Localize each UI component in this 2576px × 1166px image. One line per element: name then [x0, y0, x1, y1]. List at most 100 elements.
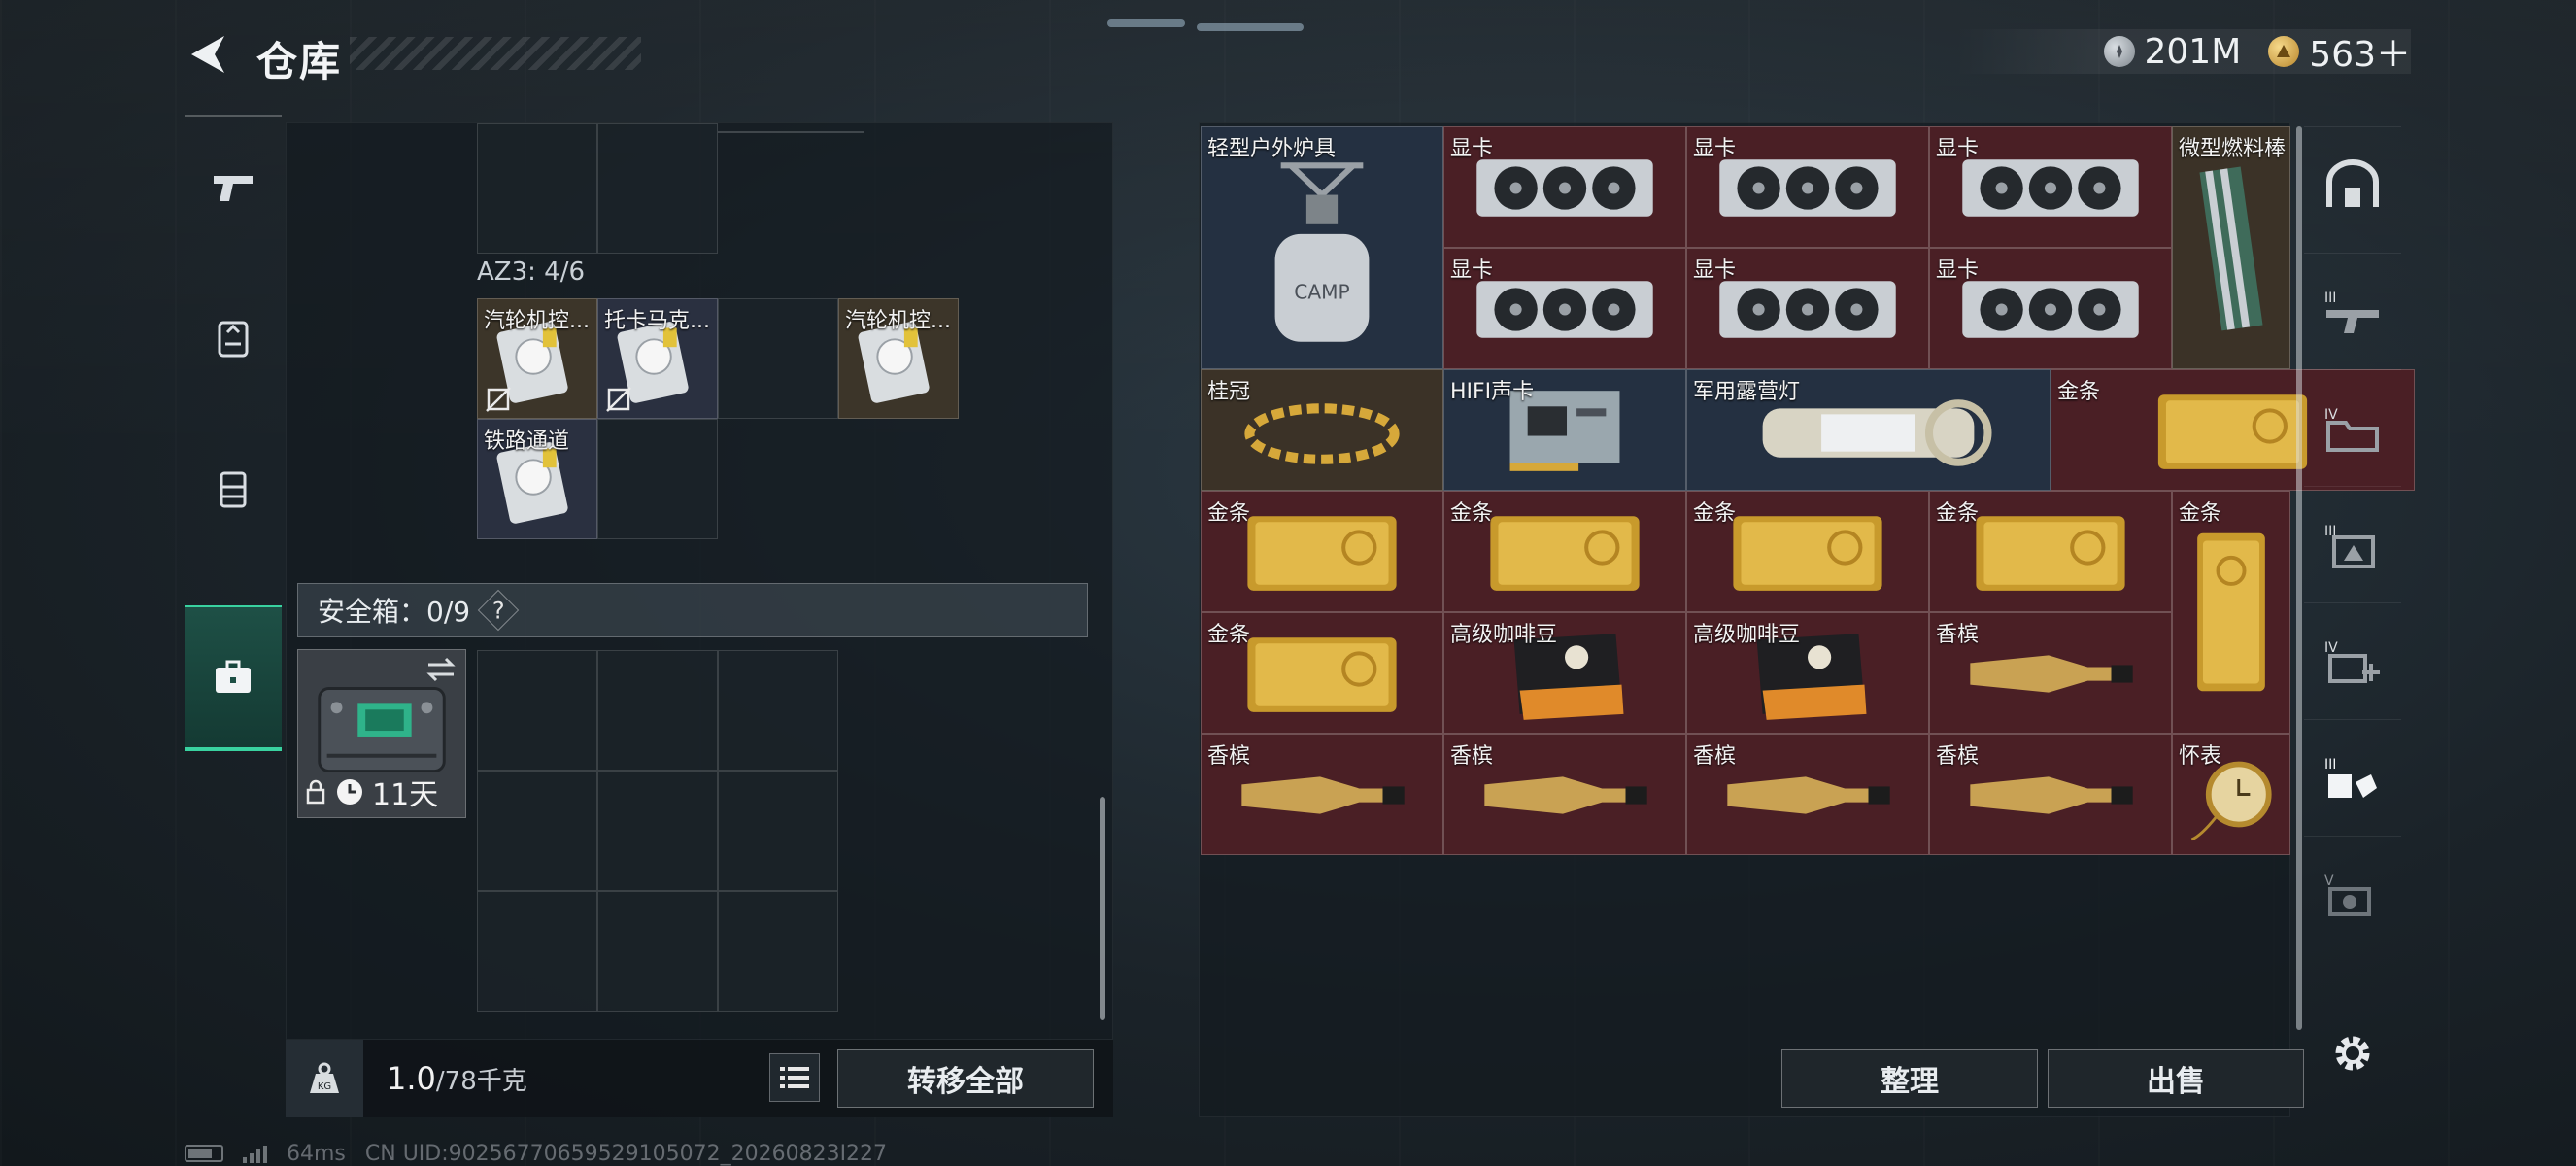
weight-bar: KG 1.0/78千克 转移全部 [286, 1040, 1113, 1117]
item-label: 汽轮机控... [484, 309, 590, 333]
stash-item[interactable]: 显卡 [1686, 248, 1929, 369]
stash-item[interactable]: 高级咖啡豆 [1443, 612, 1686, 734]
tab-iii-weapons[interactable]: III [2304, 253, 2401, 369]
sort-button[interactable]: 整理 [1781, 1049, 2038, 1108]
swap-icon[interactable] [424, 656, 458, 683]
safe-case-tab[interactable] [185, 605, 282, 751]
special-level-icon: V [2324, 874, 2371, 916]
stash-item[interactable]: 金条 [1443, 491, 1686, 612]
list-icon [780, 1067, 809, 1088]
transfer-all-button[interactable]: 转移全部 [837, 1049, 1094, 1108]
ping-value: 64ms [287, 1141, 346, 1166]
tab-iii-hands[interactable]: III [2304, 719, 2401, 836]
item-label: 金条 [1936, 501, 1980, 526]
gold-coin-icon [2268, 36, 2300, 67]
safe-grid-cell [477, 771, 597, 891]
back-button[interactable] [181, 27, 235, 82]
stash-item[interactable]: 金条 [1201, 491, 1443, 612]
backpack-tab[interactable] [185, 265, 282, 411]
stash-item[interactable]: 军用露营灯 [1686, 369, 2051, 491]
stash-item[interactable]: 高级咖啡豆 [1686, 612, 1929, 734]
list-view-button[interactable] [769, 1053, 820, 1102]
stash-item[interactable]: 香槟 [1929, 734, 2172, 855]
tab-iii-gear[interactable]: III [2304, 486, 2401, 602]
stash-item[interactable]: 金条 [1686, 491, 1929, 612]
safe-grid-cell [477, 650, 597, 771]
title-decoration [350, 37, 641, 70]
keycard-item[interactable]: 托卡马克... [597, 298, 718, 419]
safe-case-item[interactable]: 11天 [297, 649, 466, 818]
stash-category-tabs: III IV III IV III V [2304, 126, 2401, 1020]
vest-tab[interactable] [185, 416, 282, 562]
gear-icon [2335, 1036, 2370, 1071]
svg-text:CAMP: CAMP [1294, 280, 1349, 303]
header: 仓库 201M 563＋ [0, 0, 2576, 117]
weapon-level-icon: III [2324, 291, 2379, 333]
signal-icon [243, 1144, 267, 1163]
vest-icon [220, 471, 247, 508]
item-label: 金条 [1693, 501, 1737, 526]
stash-item[interactable]: 显卡 [1686, 126, 1929, 248]
item-label: 显卡 [1936, 258, 1980, 283]
item-label: 微型燃料棒 [2179, 137, 2287, 161]
stash-item[interactable]: 显卡 [1929, 126, 2172, 248]
stash-item[interactable]: 显卡 [1443, 126, 1686, 248]
currency-silver[interactable]: 201M [2103, 32, 2241, 72]
stash-grid: CAMP 轻型户外炉具 显卡 显卡 显卡 微型燃料棒 显卡 显卡 显卡 桂冠 HIFI声卡 军用露营灯… [1201, 126, 2415, 857]
settings-button[interactable] [2323, 1024, 2382, 1082]
keycard-item[interactable]: 汽轮机控... [477, 298, 597, 419]
case-duration: 11天 [372, 778, 439, 812]
item-label: 香槟 [1207, 744, 1251, 769]
stash-item[interactable]: 显卡 [1443, 248, 1686, 369]
currency-gold[interactable]: 563＋ [2268, 26, 2411, 77]
tab-iv-add[interactable]: IV [2304, 602, 2401, 719]
stash-item[interactable]: 金条 [1929, 491, 2172, 612]
safe-grid-cell [477, 891, 597, 1012]
stash-item[interactable]: 怀表 [2172, 734, 2290, 855]
grid-cell [477, 123, 597, 254]
tab-home[interactable] [2304, 126, 2401, 243]
safe-box-label: 安全箱：0/9 [318, 596, 471, 628]
stash-item[interactable]: 香槟 [1929, 612, 2172, 734]
weapon-tab[interactable] [185, 115, 282, 260]
no-insure-icon [486, 387, 511, 412]
user-uid: CN UID:90256770659529105072_20260823I227 [364, 1141, 888, 1166]
tab-iv-folder[interactable]: IV [2304, 369, 2401, 486]
fuel-icon [2173, 127, 2289, 368]
keycard-item[interactable]: 汽轮机控... [838, 298, 959, 419]
stash-item[interactable]: 微型燃料棒 [2172, 126, 2290, 369]
left-scrollbar[interactable] [1100, 797, 1105, 1020]
svg-text:III: III [2324, 757, 2336, 772]
tab-v-special[interactable]: V [2304, 836, 2401, 952]
stash-item[interactable]: 香槟 [1443, 734, 1686, 855]
item-label: 金条 [2057, 380, 2101, 404]
collectible-level-icon: III [2324, 757, 2377, 798]
item-label: 铁路通道 [484, 429, 570, 454]
stash-item[interactable]: CAMP 轻型户外炉具 [1201, 126, 1443, 369]
item-label: 金条 [1207, 623, 1251, 647]
folder-level-icon: IV [2324, 407, 2379, 452]
back-arrow-icon [191, 36, 224, 73]
stash-item[interactable]: 金条 [2172, 491, 2290, 734]
stash-item[interactable]: 显卡 [1929, 248, 2172, 369]
item-label: 托卡马克... [604, 309, 710, 333]
svg-text:KG: KG [318, 1081, 331, 1092]
ceiling-lights [1107, 14, 1360, 43]
character-inventory-panel: AZ3: 4/6 汽轮机控... 托卡马克... 汽轮机控... 铁路通道 [286, 122, 1113, 1040]
item-label: 军用露营灯 [1693, 380, 1801, 404]
item-label: 轻型户外炉具 [1207, 137, 1337, 161]
item-label: 显卡 [1693, 258, 1737, 283]
stash-item[interactable]: 香槟 [1201, 734, 1443, 855]
svg-text:V: V [2324, 874, 2334, 889]
stash-item[interactable]: HIFI声卡 [1443, 369, 1686, 491]
stash-item[interactable]: 金条 [1201, 612, 1443, 734]
sell-button[interactable]: 出售 [2048, 1049, 2304, 1108]
help-button[interactable]: ? [477, 589, 520, 632]
briefcase-icon [216, 660, 251, 693]
stash-scrollbar[interactable] [2296, 126, 2302, 1030]
stash-item[interactable]: 桂冠 [1201, 369, 1443, 491]
stash-item[interactable]: 香槟 [1686, 734, 1929, 855]
keycard-item[interactable]: 铁路通道 [477, 419, 597, 539]
lock-icon [306, 779, 325, 805]
safe-grid-cell [597, 891, 718, 1012]
